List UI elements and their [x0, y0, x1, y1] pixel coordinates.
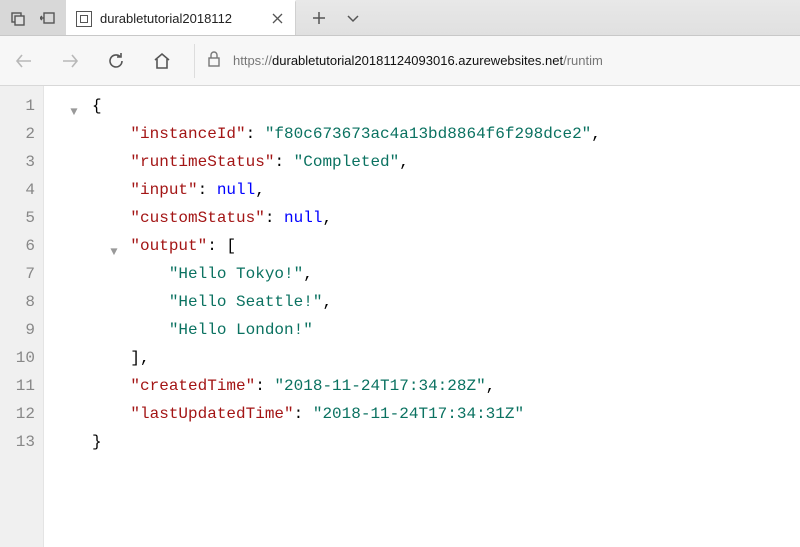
code-line: "instanceId": "f80c673673ac4a13bd8864f6f… [44, 120, 800, 148]
code-line: "Hello Seattle!", [44, 288, 800, 316]
back-button[interactable] [10, 47, 38, 75]
tab-overflow-button[interactable] [344, 9, 362, 27]
line-number: 5 [14, 204, 35, 232]
line-number: 8 [14, 288, 35, 316]
tabs-aside-icon[interactable] [6, 6, 30, 30]
lock-icon [207, 51, 221, 70]
tab-actions [296, 0, 376, 35]
browser-tab-active[interactable]: durabletutorial2018112 [66, 0, 296, 35]
close-tab-button[interactable] [269, 11, 285, 27]
line-number: 1 [14, 92, 35, 120]
line-number: 11 [14, 372, 35, 400]
line-number: 3 [14, 148, 35, 176]
code-line: } [44, 428, 800, 456]
line-number: 6 [14, 232, 35, 260]
code-line: "createdTime": "2018-11-24T17:34:28Z", [44, 372, 800, 400]
code-line: "runtimeStatus": "Completed", [44, 148, 800, 176]
new-tab-button[interactable] [310, 9, 328, 27]
code-line: "lastUpdatedTime": "2018-11-24T17:34:31Z… [44, 400, 800, 428]
json-viewer: 1 2 3 4 5 6 7 8 9 10 11 12 13 ▼{ "instan… [0, 86, 800, 547]
code-line: "customStatus": null, [44, 204, 800, 232]
address-bar[interactable]: https://durabletutorial20181124093016.az… [194, 44, 790, 78]
url-host: durabletutorial20181124093016.azurewebsi… [272, 53, 563, 68]
titlebar: durabletutorial2018112 [0, 0, 800, 36]
line-number: 4 [14, 176, 35, 204]
set-tabs-aside-icon[interactable] [36, 6, 60, 30]
line-number: 13 [14, 428, 35, 456]
page-favicon-icon [76, 11, 92, 27]
url-proto: https:// [233, 53, 272, 68]
line-number: 7 [14, 260, 35, 288]
line-number: 2 [14, 120, 35, 148]
code-line: "input": null, [44, 176, 800, 204]
code-line: "Hello Tokyo!", [44, 260, 800, 288]
line-gutter: 1 2 3 4 5 6 7 8 9 10 11 12 13 [0, 86, 44, 547]
line-number: 10 [14, 344, 35, 372]
url-text: https://durabletutorial20181124093016.az… [233, 53, 603, 68]
tab-title: durabletutorial2018112 [100, 11, 261, 26]
refresh-button[interactable] [102, 47, 130, 75]
url-rest: /runtim [563, 53, 603, 68]
code-area[interactable]: ▼{ "instanceId": "f80c673673ac4a13bd8864… [44, 86, 800, 547]
home-button[interactable] [148, 47, 176, 75]
window-tab-tools [0, 0, 66, 35]
navbar: https://durabletutorial20181124093016.az… [0, 36, 800, 86]
code-line: ▼{ [44, 92, 800, 120]
line-number: 9 [14, 316, 35, 344]
code-line: "Hello London!" [44, 316, 800, 344]
code-line: ▼ "output": [ [44, 232, 800, 260]
forward-button[interactable] [56, 47, 84, 75]
line-number: 12 [14, 400, 35, 428]
code-line: ], [44, 344, 800, 372]
